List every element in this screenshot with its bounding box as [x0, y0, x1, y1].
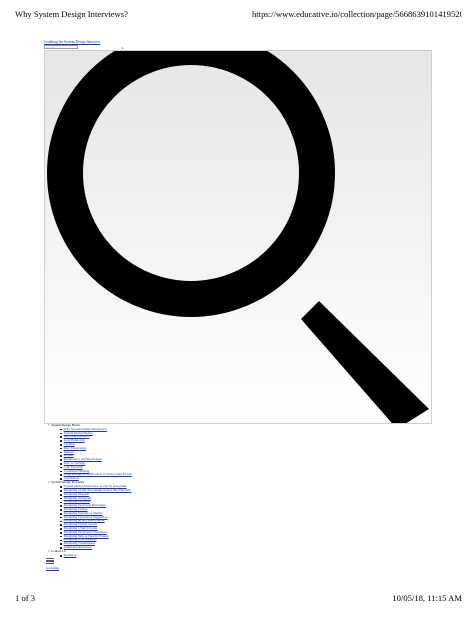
bullet-icon: [60, 470, 62, 473]
nav-link[interactable]: Feedback: [64, 553, 77, 558]
print-header-title: Why System Design Interviews?: [15, 9, 128, 19]
magnifier-handle: [301, 301, 429, 423]
magnifier-icon: [47, 51, 429, 423]
bullet-icon: [60, 535, 62, 538]
nav-section-basics: ▿ System Design Basics Why System Design…: [48, 423, 248, 481]
print-timestamp: 10/05/18, 11:15 AM: [392, 593, 462, 603]
bullet-icon: [60, 444, 62, 446]
bullet-icon: [60, 436, 62, 439]
menu-bar: [46, 562, 54, 564]
list-item: Feedback: [60, 553, 248, 558]
page-content: Grokking the System Design Interview Sea…: [44, 40, 432, 424]
expand-triangle-icon[interactable]: ▿: [48, 481, 50, 485]
print-header: Why System Design Interviews? https://ww…: [15, 9, 462, 19]
menu-bar: [46, 558, 54, 560]
magnifier-lens: [47, 51, 335, 317]
bullet-icon: [60, 440, 62, 442]
menu-bar: [46, 560, 54, 562]
bullet-icon: [60, 520, 62, 523]
bullet-icon: [60, 459, 62, 461]
bullet-icon: [60, 447, 62, 450]
bullet-icon: [60, 501, 62, 504]
print-header-url: https://www.educative.io/collection/page…: [252, 9, 462, 19]
bullet-icon: [60, 490, 62, 492]
bullet-icon: [60, 528, 62, 530]
bullet-icon: [60, 486, 62, 488]
bullet-icon: [60, 466, 62, 469]
nav-link[interactable]: Additional Resources: [64, 545, 92, 550]
search-input[interactable]: Search: [44, 45, 78, 49]
list-item: Conclusion: [60, 476, 248, 481]
page-count: 1 of 3: [15, 593, 36, 603]
bullet-icon: [60, 509, 62, 511]
bullet-icon: [60, 512, 62, 515]
bottom-course-link[interactable]: Grokking: [46, 566, 59, 570]
bullet-icon: [60, 463, 62, 465]
bullet-icon: [60, 505, 62, 507]
bullet-icon: [60, 497, 62, 500]
nav-list-contact: Feedback: [48, 553, 248, 558]
bullet-icon: [60, 524, 62, 526]
bullet-icon: [60, 455, 62, 458]
list-item: Additional Resources: [60, 545, 248, 550]
bullet-icon: [60, 474, 62, 477]
bullet-icon: [60, 539, 62, 542]
bullet-icon: [60, 516, 62, 519]
bullet-icon: [60, 428, 62, 431]
bullet-icon: [60, 531, 62, 534]
expand-triangle-icon[interactable]: ▿: [48, 549, 50, 554]
bullet-icon: [60, 493, 62, 496]
print-footer: 1 of 3 10/05/18, 11:15 AM: [15, 593, 462, 603]
bullet-icon: [60, 543, 62, 545]
bullet-icon: [60, 451, 62, 454]
bullet-icon: [60, 432, 62, 435]
hamburger-menu-icon[interactable]: [46, 558, 54, 564]
nav-list-problems: System Design Interviews: A step by step…: [48, 484, 248, 550]
nav-list-basics: Why System Design Interviews? System Des…: [48, 427, 248, 481]
course-navigation: ▿ System Design Basics Why System Design…: [48, 423, 248, 558]
expand-triangle-icon[interactable]: ▿: [48, 423, 50, 428]
nav-section-contact: ▿ Contact Us Feedback: [48, 549, 248, 558]
magnifier-image-box: [44, 50, 432, 424]
nav-section-problems: ▿ System Design Problems System Design I…: [48, 481, 248, 549]
bullet-icon: [60, 555, 62, 557]
